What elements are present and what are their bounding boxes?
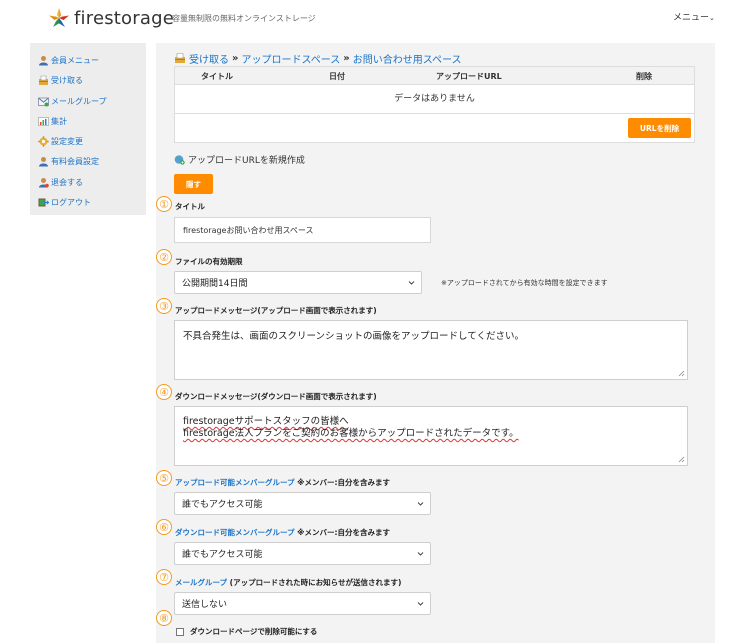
upload-url-table: タイトル 日付 アップロードURL 削除 データはありません bbox=[174, 66, 695, 143]
sidebar-item-receive[interactable]: 受け取る bbox=[38, 73, 83, 87]
table-empty-message: データはありません bbox=[175, 85, 694, 114]
download-group-selected-value: 誰でもアクセス可能 bbox=[182, 550, 263, 560]
mail-group-label: メールグループ (アップロードされた時にお知らせが送信されます) bbox=[175, 577, 401, 588]
sidebar-item-paid-settings[interactable]: 有料会員設定 bbox=[38, 154, 99, 168]
sidebar bbox=[30, 43, 146, 215]
chevron-down-icon bbox=[417, 501, 424, 506]
sidebar-item-label: 受け取る bbox=[51, 75, 83, 85]
title-input[interactable]: firestorageお問い合わせ用スペース bbox=[174, 217, 431, 243]
site-header: firestorage 容量無制限の無料オンラインストレージ メニュー⌄ bbox=[0, 0, 755, 38]
step-number-2: ② bbox=[156, 249, 172, 265]
expiry-select[interactable]: 公開期間14日間 bbox=[174, 271, 422, 294]
upload-group-note: ※メンバー:自分を含みます bbox=[294, 478, 390, 487]
new-url-label: アップロードURLを新規作成 bbox=[188, 156, 305, 166]
tagline: 容量無制限の無料オンラインストレージ bbox=[172, 14, 316, 23]
step-number-7: ⑦ bbox=[156, 569, 172, 585]
breadcrumb-current[interactable]: お問い合わせ用スペース bbox=[353, 51, 462, 66]
step-number-4: ④ bbox=[156, 384, 172, 400]
mail-group-link[interactable]: メールグループ bbox=[175, 578, 227, 587]
sidebar-item-label: メールグループ bbox=[51, 96, 107, 106]
download-group-label: ダウンロード可能メンバーグループ ※メンバー:自分を含みます bbox=[175, 527, 390, 538]
inbox-icon bbox=[39, 75, 48, 85]
sidebar-item-label: ログアウト bbox=[51, 197, 91, 207]
download-message-line-1: firestorageサポートスタッフの皆様へ bbox=[183, 416, 349, 427]
delete-option-checkbox[interactable] bbox=[176, 627, 184, 636]
logout-icon bbox=[38, 198, 49, 206]
title-label: タイトル bbox=[175, 202, 205, 211]
breadcrumb-separator: » bbox=[343, 53, 350, 64]
sidebar-item-settings[interactable]: 設定変更 bbox=[38, 134, 83, 148]
sidebar-item-stats[interactable]: 集計 bbox=[38, 114, 67, 128]
mail-group-note: (アップロードされた時にお知らせが送信されます) bbox=[227, 578, 402, 587]
sidebar-item-unsubscribe[interactable]: 退会する bbox=[38, 175, 83, 189]
logo-text: firestorage bbox=[74, 7, 174, 29]
person-icon bbox=[39, 156, 48, 166]
globe-add-icon bbox=[174, 155, 185, 165]
sidebar-item-logout[interactable]: ログアウト bbox=[38, 195, 91, 209]
breadcrumb-link-upload-space[interactable]: アップロードスペース bbox=[241, 51, 340, 66]
upload-group-selected-value: 誰でもアクセス可能 bbox=[182, 500, 263, 510]
sidebar-item-member-menu[interactable]: 会員メニュー bbox=[38, 53, 99, 67]
mail-group-selected-value: 送信しない bbox=[182, 600, 228, 610]
table-header: タイトル 日付 アップロードURL 削除 bbox=[175, 67, 694, 85]
expiry-label: ファイルの有効期限 bbox=[175, 257, 243, 266]
step-number-6: ⑥ bbox=[156, 519, 172, 535]
expiry-hint: ※アップロードされてから有効な時間を設定できます bbox=[441, 279, 608, 287]
upload-group-link[interactable]: アップロード可能メンバーグループ bbox=[175, 478, 295, 487]
step-number-8: ⑧ bbox=[156, 610, 172, 626]
step-number-1: ① bbox=[156, 196, 172, 212]
step-number-3: ③ bbox=[156, 298, 172, 314]
mail-group-select[interactable]: 送信しない bbox=[174, 592, 431, 615]
logo[interactable]: firestorage bbox=[48, 7, 174, 29]
inbox-icon bbox=[175, 53, 185, 63]
upload-group-label: アップロード可能メンバーグループ ※メンバー:自分を含みます bbox=[175, 477, 390, 488]
sidebar-item-label: 設定変更 bbox=[51, 136, 83, 146]
download-group-link[interactable]: ダウンロード可能メンバーグループ bbox=[175, 528, 295, 537]
resize-grip-icon[interactable] bbox=[677, 369, 685, 377]
logo-star-icon bbox=[49, 8, 69, 27]
breadcrumb-separator: » bbox=[232, 53, 239, 64]
chevron-down-icon bbox=[408, 280, 415, 285]
delete-option-label: ダウンロードページで削除可能にする bbox=[190, 627, 318, 636]
column-header-date: 日付 bbox=[329, 72, 345, 81]
chevron-down-icon bbox=[417, 601, 424, 606]
download-group-note: ※メンバー:自分を含みます bbox=[294, 528, 390, 537]
delete-url-button[interactable]: URLを削除 bbox=[628, 118, 691, 138]
menu-label: メニュー bbox=[673, 13, 710, 23]
chevron-down-icon bbox=[417, 551, 424, 556]
mail-icon bbox=[38, 97, 49, 106]
chevron-down-icon: ⌄ bbox=[709, 14, 715, 22]
new-url-heading: アップロードURLを新規作成 bbox=[174, 153, 305, 166]
expiry-selected-value: 公開期間14日間 bbox=[182, 279, 248, 289]
upload-message-label: アップロードメッセージ(アップロード画面で表示されます) bbox=[175, 306, 377, 315]
person-icon bbox=[39, 177, 49, 187]
sidebar-item-label: 退会する bbox=[51, 177, 83, 187]
column-header-title: タイトル bbox=[201, 72, 233, 81]
person-icon bbox=[39, 55, 48, 65]
breadcrumb-link-receive[interactable]: 受け取る bbox=[189, 51, 229, 66]
column-header-delete: 削除 bbox=[636, 72, 652, 81]
sidebar-item-label: 集計 bbox=[51, 116, 67, 126]
sidebar-item-mail-group[interactable]: メールグループ bbox=[38, 94, 107, 108]
upload-message-textarea[interactable]: 不具合発生は、画面のスクリーンショットの画像をアップロードしてください。 bbox=[174, 320, 688, 380]
resize-grip-icon[interactable] bbox=[677, 455, 685, 463]
sidebar-item-label: 会員メニュー bbox=[51, 55, 99, 65]
hide-button[interactable]: 隠す bbox=[174, 174, 213, 194]
gear-icon bbox=[38, 135, 49, 147]
chart-icon bbox=[38, 116, 49, 126]
download-message-textarea[interactable]: firestorageサポートスタッフの皆様へ firestorage法人プラン… bbox=[174, 406, 688, 466]
sidebar-item-label: 有料会員設定 bbox=[51, 156, 99, 166]
download-message-line-2: firestorage法人プランをご契約のお客様からアップロードされたデータです… bbox=[183, 428, 519, 439]
delete-option-row[interactable]: ダウンロードページで削除可能にする bbox=[176, 626, 317, 637]
column-header-upload-url: アップロードURL bbox=[436, 72, 502, 81]
step-number-5: ⑤ bbox=[156, 470, 172, 486]
download-message-label: ダウンロードメッセージ(ダウンロード画面で表示されます) bbox=[175, 392, 377, 401]
upload-message-text: 不具合発生は、画面のスクリーンショットの画像をアップロードしてください。 bbox=[183, 331, 524, 342]
menu-button[interactable]: メニュー⌄ bbox=[673, 10, 715, 23]
breadcrumb: 受け取る » アップロードスペース » お問い合わせ用スペース bbox=[174, 51, 462, 66]
upload-group-select[interactable]: 誰でもアクセス可能 bbox=[174, 492, 431, 515]
download-group-select[interactable]: 誰でもアクセス可能 bbox=[174, 542, 431, 565]
